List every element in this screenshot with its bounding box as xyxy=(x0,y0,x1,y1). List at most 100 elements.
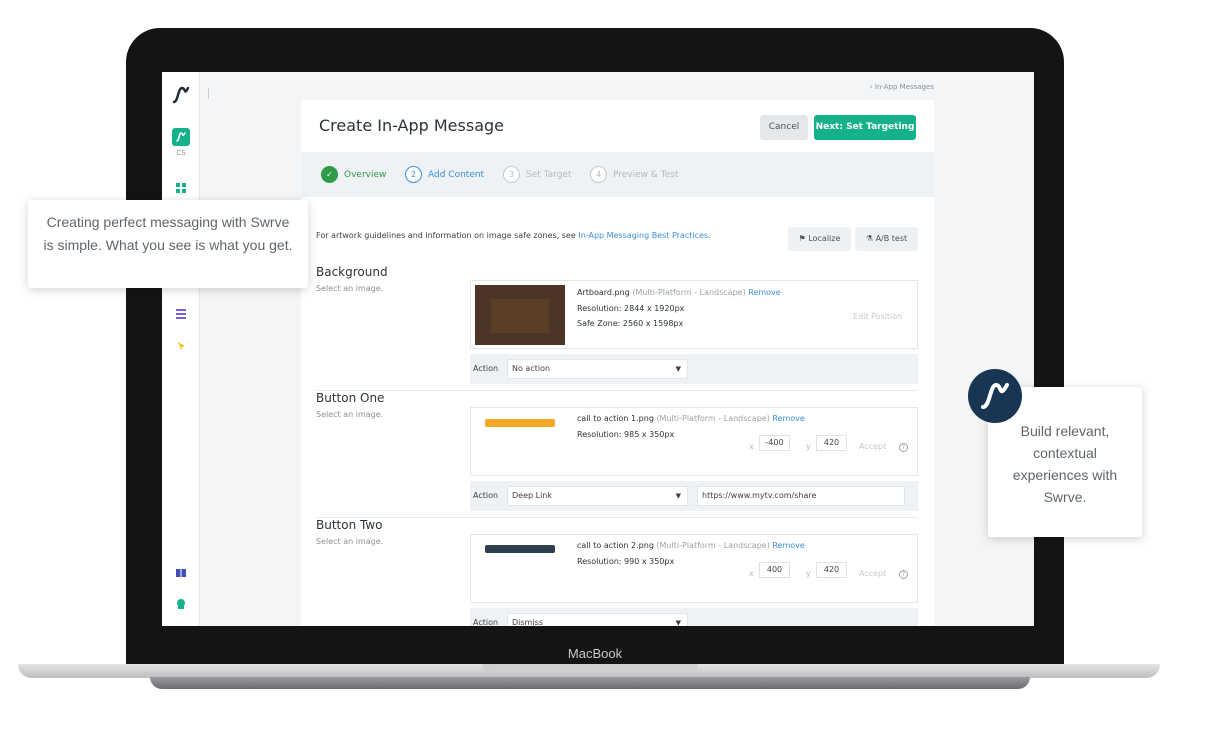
x-label: x xyxy=(749,569,754,578)
asset-file-line: call to action 2.png (Multi-Platform - L… xyxy=(577,541,805,550)
swrve-logo-icon[interactable] xyxy=(170,84,192,106)
background-title: Background xyxy=(316,265,388,279)
book-icon[interactable] xyxy=(175,567,187,579)
flask-icon: ⚗ xyxy=(865,234,876,243)
check-icon: ✓ xyxy=(321,166,338,183)
button-one-title: Button One xyxy=(316,391,385,405)
button-two-thumbnail xyxy=(485,545,555,553)
safe-zone: Safe Zone: 2560 x 1598px xyxy=(577,319,684,328)
asset-meta: (Multi-Platform - Landscape) xyxy=(656,541,770,550)
list-icon[interactable] xyxy=(175,308,187,320)
step-label: Overview xyxy=(344,170,387,180)
resolution: Resolution: 990 x 350px xyxy=(577,557,675,566)
app-tile[interactable] xyxy=(172,128,190,146)
best-practices-link[interactable]: In-App Messaging Best Practices. xyxy=(578,231,710,240)
pointer-icon[interactable] xyxy=(175,340,187,352)
step-number: 4 xyxy=(590,166,607,183)
laptop-label: MacBook xyxy=(567,646,623,661)
action-label: Action xyxy=(473,618,499,626)
ab-test-button[interactable]: ⚗ A/B test xyxy=(855,227,918,251)
action-label: Action xyxy=(473,491,499,500)
swrve-logo-icon xyxy=(981,382,1009,409)
button-one-asset[interactable]: call to action 1.png (Multi-Platform - L… xyxy=(470,407,918,476)
localize-label: Localize xyxy=(808,234,841,243)
button-two-action-select[interactable]: Dismiss ▼ xyxy=(507,613,688,626)
y-label: y xyxy=(806,442,811,451)
step-preview-test[interactable]: 4 Preview & Test xyxy=(590,166,679,183)
laptop-notch xyxy=(482,664,698,672)
button-one-action-bar: Action Deep Link ▼ https://www.mytv.com/s… xyxy=(470,481,918,511)
button-two-action-bar: Action Dismiss ▼ xyxy=(470,608,918,626)
button-one-thumbnail xyxy=(485,419,555,427)
step-label: Preview & Test xyxy=(613,170,679,180)
step-label: Set Target xyxy=(526,170,572,180)
accept-button[interactable]: Accept xyxy=(859,569,886,578)
background-subtitle: Select an image. xyxy=(316,284,384,293)
flag-icon: ⚑ xyxy=(798,234,809,243)
remove-link[interactable]: Remove xyxy=(748,288,780,297)
step-number: 3 xyxy=(503,166,520,183)
select-value: Deep Link xyxy=(512,491,553,500)
background-action-select[interactable]: No action ▼ xyxy=(507,359,688,379)
asset-file-line: call to action 1.png (Multi-Platform - L… xyxy=(577,414,805,423)
resolution: Resolution: 985 x 350px xyxy=(577,430,675,439)
asset-filename: Artboard.png xyxy=(577,288,630,297)
stepper: ✓ Overview 2 Add Content 3 Set Target 4 Prev… xyxy=(301,152,934,197)
select-value: Dismiss xyxy=(512,618,543,626)
sidebar: CS xyxy=(162,72,200,626)
next-set-targeting-button[interactable]: Next: Set Targeting xyxy=(814,115,916,140)
resolution: Resolution: 2844 x 1920px xyxy=(577,304,685,313)
select-value: No action xyxy=(512,364,551,373)
x-input[interactable]: -400 xyxy=(759,435,790,451)
thumbnail-image xyxy=(491,299,549,333)
asset-filename: call to action 2.png xyxy=(577,541,654,550)
ab-test-label: A/B test xyxy=(875,234,908,243)
button-two-asset[interactable]: call to action 2.png (Multi-Platform - L… xyxy=(470,534,918,603)
step-label: Add Content xyxy=(428,170,485,180)
laptop-base-bottom xyxy=(150,677,1030,689)
page-title: Create In-App Message xyxy=(319,116,504,135)
help-icon[interactable]: ? xyxy=(899,570,908,579)
background-action-bar: Action No action ▼ xyxy=(470,354,918,384)
edit-position-link[interactable]: Edit Position xyxy=(853,312,902,321)
guidelines-label: For artwork guidelines and information o… xyxy=(316,231,576,240)
caret-down-icon: ▼ xyxy=(675,365,681,373)
step-number: 2 xyxy=(405,166,422,183)
caret-down-icon: ▼ xyxy=(675,619,681,626)
cancel-button[interactable]: Cancel xyxy=(760,115,808,140)
step-overview[interactable]: ✓ Overview xyxy=(321,166,386,183)
divider xyxy=(316,517,918,518)
caret-down-icon: ▼ xyxy=(675,492,681,500)
button-two-subtitle: Select an image. xyxy=(316,537,384,546)
app-tile-label: CS xyxy=(176,149,186,157)
deep-link-url-input[interactable]: https://www.mytv.com/share xyxy=(697,486,905,506)
laptop-screen: CS ‹ In-App Messages Create In-App Messa… xyxy=(162,72,1034,626)
remove-link[interactable]: Remove xyxy=(772,414,804,423)
x-label: x xyxy=(749,442,754,451)
step-set-target[interactable]: 3 Set Target xyxy=(503,166,571,183)
background-asset[interactable]: Artboard.png (Multi-Platform - Landscape… xyxy=(470,280,918,349)
y-input[interactable]: 420 xyxy=(816,435,847,451)
button-two-title: Button Two xyxy=(316,518,383,532)
asset-meta: (Multi-Platform - Landscape) xyxy=(632,288,746,297)
guidelines-text: For artwork guidelines and information o… xyxy=(316,231,711,240)
y-input[interactable]: 420 xyxy=(816,562,847,578)
user-icon[interactable] xyxy=(175,598,187,610)
button-one-action-select[interactable]: Deep Link ▼ xyxy=(507,486,688,506)
button-one-subtitle: Select an image. xyxy=(316,410,384,419)
localize-button[interactable]: ⚑ Localize xyxy=(788,227,851,251)
background-thumbnail xyxy=(475,285,565,345)
y-label: y xyxy=(806,569,811,578)
breadcrumb[interactable]: ‹ In-App Messages xyxy=(870,83,934,91)
dashboard-grid-icon[interactable] xyxy=(175,182,187,194)
accept-button[interactable]: Accept xyxy=(859,442,886,451)
swrve-badge-logo xyxy=(968,369,1022,423)
help-icon[interactable]: ? xyxy=(899,443,908,452)
step-add-content[interactable]: 2 Add Content xyxy=(405,166,484,183)
asset-meta: (Multi-Platform - Landscape) xyxy=(656,414,770,423)
asset-file-line: Artboard.png (Multi-Platform - Landscape… xyxy=(577,288,781,297)
divider xyxy=(208,88,209,99)
swrve-app-icon xyxy=(176,132,186,142)
x-input[interactable]: 400 xyxy=(759,562,790,578)
remove-link[interactable]: Remove xyxy=(772,541,804,550)
